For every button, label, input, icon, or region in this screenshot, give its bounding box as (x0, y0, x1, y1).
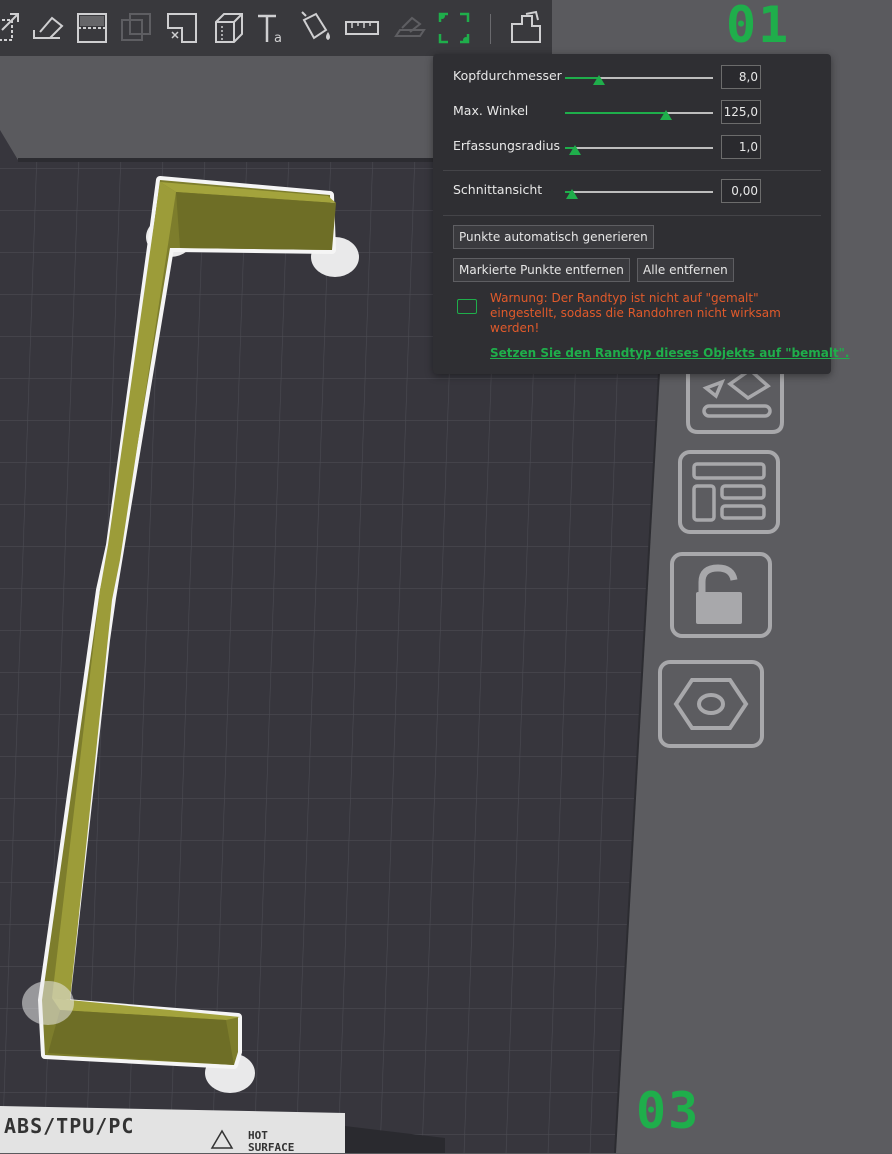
tool-text[interactable]: a (252, 8, 292, 48)
tool-arrange[interactable] (506, 8, 546, 48)
head-diameter-slider[interactable] (565, 75, 713, 85)
slider-row-max-angle: Max. Winkel 125,0 (433, 100, 831, 126)
max-angle-input[interactable]: 125,0 (721, 100, 761, 124)
toolbar-separator (490, 14, 491, 44)
detection-radius-slider[interactable] (565, 145, 713, 155)
auto-generate-points-button[interactable]: Punkte automatisch generieren (453, 225, 654, 249)
slider-thumb[interactable] (659, 110, 672, 120)
cut-icon (77, 13, 107, 43)
tool-supports[interactable] (162, 8, 202, 48)
tool-boolean[interactable] (116, 8, 156, 48)
slider-label: Erfassungsradius (453, 138, 561, 153)
arrange-icon (511, 10, 541, 43)
boolean-icon (121, 13, 151, 41)
scale-icon (0, 13, 19, 41)
brim-ears-icon (438, 12, 470, 44)
plate-number-bottom: 03 (636, 1082, 701, 1140)
panel-divider (443, 215, 821, 216)
brim-ear-disc (22, 981, 74, 1025)
remove-selected-points-button[interactable]: Markierte Punkte entfernen (453, 258, 630, 282)
plate-number-top: 01 (726, 0, 791, 54)
place-on-face-icon (33, 16, 64, 39)
assembly-icon (394, 16, 426, 37)
tool-cut[interactable] (72, 8, 112, 48)
slider-row-head-diameter: Kopfdurchmesser 8,0 (433, 65, 831, 91)
tool-place-on-face[interactable] (28, 8, 68, 48)
slider-row-detection-radius: Erfassungsradius 1,0 (433, 135, 831, 161)
section-view-input[interactable]: 0,00 (721, 179, 761, 203)
slider-label: Kopfdurchmesser (453, 68, 562, 83)
slider-label: Max. Winkel (453, 103, 529, 118)
layout-icon[interactable] (676, 448, 784, 536)
remove-all-button[interactable]: Alle entfernen (637, 258, 734, 282)
slider-thumb[interactable] (593, 75, 606, 85)
head-diameter-input[interactable]: 8,0 (721, 65, 761, 89)
slider-label: Schnittansicht (453, 182, 543, 197)
bed-hot-label: HOT SURFACE (248, 1129, 295, 1154)
supports-paint-icon (167, 13, 197, 43)
unlock-icon[interactable] (668, 550, 774, 640)
measure-icon (345, 21, 379, 35)
seam-paint-icon (215, 13, 243, 43)
slider-thumb[interactable] (566, 189, 579, 199)
section-view-slider[interactable] (565, 189, 713, 199)
keyboard-icon (457, 299, 477, 314)
tool-assembly[interactable] (390, 8, 430, 48)
hex-nut-icon[interactable] (656, 658, 766, 750)
gizmo-toolbar: a (0, 0, 552, 56)
bed-filament-label: ABS/TPU/PC (4, 1114, 135, 1138)
slider-thumb[interactable] (569, 145, 582, 155)
set-brim-type-link[interactable]: Setzen Sie den Randtyp dieses Objekts au… (490, 346, 849, 360)
tool-brim-ears[interactable] (434, 8, 474, 48)
svg-text:a: a (274, 31, 282, 46)
tool-seam[interactable] (208, 8, 248, 48)
tool-color-paint[interactable] (296, 8, 336, 48)
text-icon: a (258, 14, 282, 46)
color-paint-icon (301, 11, 330, 40)
max-angle-slider[interactable] (565, 110, 713, 120)
brim-ears-panel: Kopfdurchmesser 8,0 Max. Winkel 125,0 Er… (433, 54, 849, 374)
tool-measure[interactable] (342, 8, 382, 48)
tool-scale[interactable] (0, 8, 26, 48)
panel-divider (443, 170, 821, 171)
warning-text: Warnung: Der Randtyp ist nicht auf "gema… (490, 291, 781, 335)
detection-radius-input[interactable]: 1,0 (721, 135, 761, 159)
slider-row-section-view: Schnittansicht 0,00 (433, 179, 831, 205)
